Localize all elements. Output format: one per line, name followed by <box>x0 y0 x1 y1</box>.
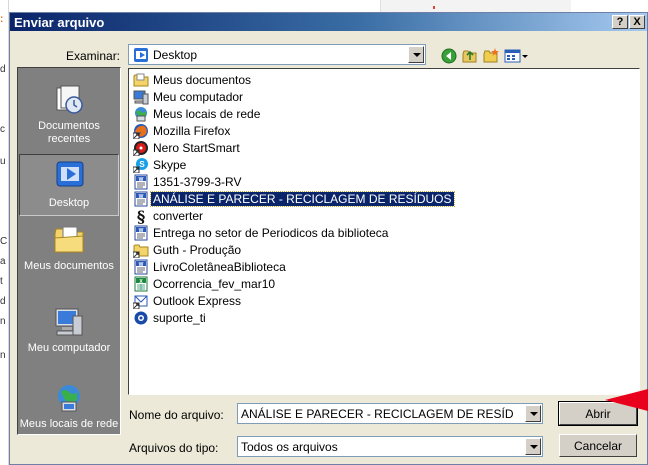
background-page-edge: : d c u C a t d n n <box>0 0 9 465</box>
place-recent-documents[interactable]: Documentos recentes <box>19 78 119 154</box>
close-button[interactable]: X <box>629 15 645 29</box>
back-icon[interactable] <box>440 47 458 65</box>
chevron-down-icon[interactable] <box>408 46 424 63</box>
dialog-title: Enviar arquivo <box>14 15 105 30</box>
help-button[interactable]: ? <box>612 15 628 29</box>
word-document-icon: W <box>134 225 148 241</box>
svg-text:W: W <box>139 177 144 183</box>
filename-input[interactable]: ANÁLISE E PARECER - RECICLAGEM DE RESÍD <box>237 403 543 424</box>
background-page-box <box>380 0 571 12</box>
lookin-label: Examinar: <box>66 49 121 63</box>
file-name: Nero StartSmart <box>153 141 240 155</box>
my-documents-icon <box>54 226 84 253</box>
place-label: Documentos recentes <box>38 120 100 145</box>
nero-shortcut-icon <box>133 141 148 156</box>
filetype-value: Todos os arquivos <box>241 440 338 454</box>
file-name: converter <box>153 209 204 223</box>
computer-icon <box>133 90 149 105</box>
place-desktop[interactable]: Desktop <box>19 154 119 216</box>
network-places-icon <box>58 385 80 412</box>
filename-value: ANÁLISE E PARECER - RECICLAGEM DE RESÍD <box>241 407 514 421</box>
cancel-button[interactable]: Cancelar <box>559 434 637 457</box>
word-document-icon: W <box>134 174 148 190</box>
filetype-select[interactable]: Todos os arquivos <box>237 436 543 457</box>
word-document-icon: W <box>134 191 148 207</box>
skype-shortcut-icon: S <box>133 158 148 173</box>
lookin-value: Desktop <box>153 48 198 62</box>
up-folder-icon[interactable] <box>461 47 479 65</box>
place-network[interactable]: Meus locais de rede <box>19 376 119 436</box>
folder-icon <box>133 73 149 87</box>
svg-text:W: W <box>139 228 144 234</box>
chevron-down-icon[interactable] <box>525 438 541 455</box>
folder-shortcut-icon <box>133 244 149 258</box>
file-name: Mozilla Firefox <box>153 124 231 138</box>
my-computer-icon <box>55 308 83 336</box>
file-name: Meu computador <box>153 90 244 104</box>
excel-document-icon: X <box>134 276 148 292</box>
file-name: Meus documentos <box>153 73 252 87</box>
place-my-computer[interactable]: Meu computador <box>19 300 119 380</box>
new-folder-icon[interactable] <box>482 47 500 65</box>
send-file-dialog: Enviar arquivo ? X Examinar: Desktop Doc… <box>9 12 648 465</box>
file-name: suporte_ti <box>153 311 206 325</box>
file-name: Skype <box>153 158 187 172</box>
file-name: Entrega no setor de Periodicos da biblio… <box>153 226 389 240</box>
file-name: Outlook Express <box>153 294 242 308</box>
file-name: ANÁLISE E PARECER - RECICLAGEM DE RESÍDU… <box>150 191 455 207</box>
view-menu-icon[interactable] <box>504 47 530 65</box>
filetype-label: Arquivos do tipo: <box>129 441 219 455</box>
app-shortcut-icon <box>134 311 148 325</box>
svg-text:§: § <box>137 208 145 224</box>
file-name: Ocorrencia_fev_mar10 <box>153 277 276 291</box>
place-label: Meus locais de rede <box>19 418 119 430</box>
file-name: 1351-3799-3-RV <box>153 175 242 189</box>
place-label: Meus documentos <box>24 260 114 272</box>
places-bar: Documentos recentes Desktop Meus documen… <box>17 67 121 435</box>
outlook-shortcut-icon <box>133 295 148 309</box>
recent-documents-icon <box>56 85 83 114</box>
filename-label: Nome do arquivo: <box>129 408 224 422</box>
place-my-documents[interactable]: Meus documentos <box>19 218 119 298</box>
place-label: Desktop <box>48 197 90 209</box>
network-icon <box>135 107 147 122</box>
desktop-small-icon <box>134 48 148 62</box>
file-name: Guth - Produção <box>153 243 242 257</box>
file-list[interactable]: Meus documentos Meu computador Meus loca… <box>128 68 640 395</box>
chevron-down-icon[interactable] <box>525 405 541 422</box>
file-name: Meus locais de rede <box>153 107 261 121</box>
converter-icon: § <box>137 208 145 224</box>
annotation-arrow-icon <box>605 389 648 411</box>
dialog-titlebar[interactable]: Enviar arquivo ? X <box>10 13 647 31</box>
svg-text:W: W <box>139 194 144 200</box>
firefox-shortcut-icon <box>133 124 148 139</box>
svg-text:S: S <box>139 160 145 169</box>
word-document-icon: W <box>134 259 148 275</box>
desktop-icon <box>56 161 84 187</box>
place-label: Meu computador <box>27 342 111 354</box>
svg-text:W: W <box>139 262 144 268</box>
lookin-combo[interactable]: Desktop <box>128 44 426 65</box>
file-name: LivroColetâneaBiblioteca <box>153 260 286 274</box>
